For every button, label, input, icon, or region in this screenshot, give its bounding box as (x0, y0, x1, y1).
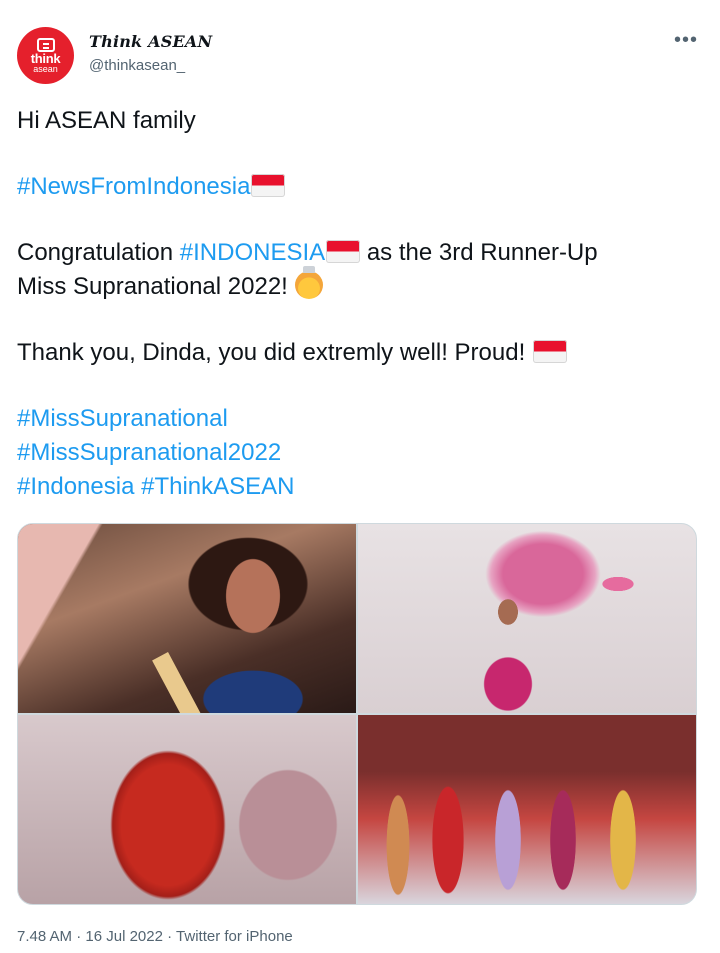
hashtag-link[interactable]: #Indonesia (17, 473, 134, 500)
thanks-text: Thank you, Dinda, you did extremly well!… (17, 339, 532, 366)
meta-separator: · (72, 928, 86, 945)
photo-crowning[interactable] (18, 524, 356, 713)
hashtag-link[interactable]: #INDONESIA (180, 239, 325, 266)
hashtag-line-2: #MissSupranational2022 (17, 436, 707, 470)
indonesia-flag-icon (532, 340, 567, 363)
news-hashtag-line: #NewsFromIndonesia (17, 170, 707, 204)
title-line: Miss Supranational 2022! (17, 266, 707, 304)
hashtag-link[interactable]: #NewsFromIndonesia (17, 173, 250, 200)
princess-emoji-icon (294, 266, 323, 299)
hashtag-link[interactable]: #ThinkASEAN (141, 473, 294, 500)
congrats-prefix: Congratulation (17, 239, 180, 266)
media-grid (17, 523, 697, 905)
greeting-line: Hi ASEAN family (17, 107, 196, 134)
indonesia-flag-icon (251, 174, 286, 197)
tweet-meta: 7.48 AM · 16 Jul 2022 · Twitter for iPho… (17, 928, 293, 945)
photo-floral-costume[interactable] (358, 524, 696, 713)
indonesia-flag-icon (326, 240, 361, 263)
display-name[interactable]: Think ASEAN (89, 32, 212, 51)
tweet-card: think asean Think ASEAN @thinkasean_ •••… (0, 0, 720, 953)
tweet-time[interactable]: 7.48 AM (17, 928, 72, 945)
sash-decoration (152, 652, 201, 713)
meta-separator: · (162, 928, 177, 945)
title-text: Miss Supranational 2022! (17, 273, 295, 300)
congrats-line: Congratulation #INDONESIA as the 3rd Run… (17, 236, 707, 270)
tweet-text: Hi ASEAN family #NewsFromIndonesia Congr… (17, 104, 707, 504)
avatar-text-think: think (30, 50, 61, 66)
avatar[interactable]: think asean (17, 27, 74, 84)
tweet-date[interactable]: 16 Jul 2022 (85, 928, 163, 945)
thanks-line: Thank you, Dinda, you did extremly well!… (17, 336, 707, 370)
hashtag-link[interactable]: #MissSupranational (17, 405, 228, 432)
more-horizontal-icon[interactable]: ••• (674, 30, 698, 50)
congrats-suffix: as the 3rd Runner-Up (360, 239, 598, 266)
hashtag-line-1: #MissSupranational (17, 402, 707, 436)
photo-group-finalists[interactable] (358, 715, 696, 904)
user-handle[interactable]: @thinkasean_ (89, 57, 185, 74)
avatar-text-asean: asean (33, 63, 58, 74)
photo-red-gown[interactable] (18, 715, 356, 904)
tweet-source: Twitter for iPhone (176, 928, 293, 945)
chat-icon (36, 37, 55, 52)
hashtag-link[interactable]: #MissSupranational2022 (17, 439, 281, 466)
hashtag-line-3: #Indonesia #ThinkASEAN (17, 470, 707, 504)
